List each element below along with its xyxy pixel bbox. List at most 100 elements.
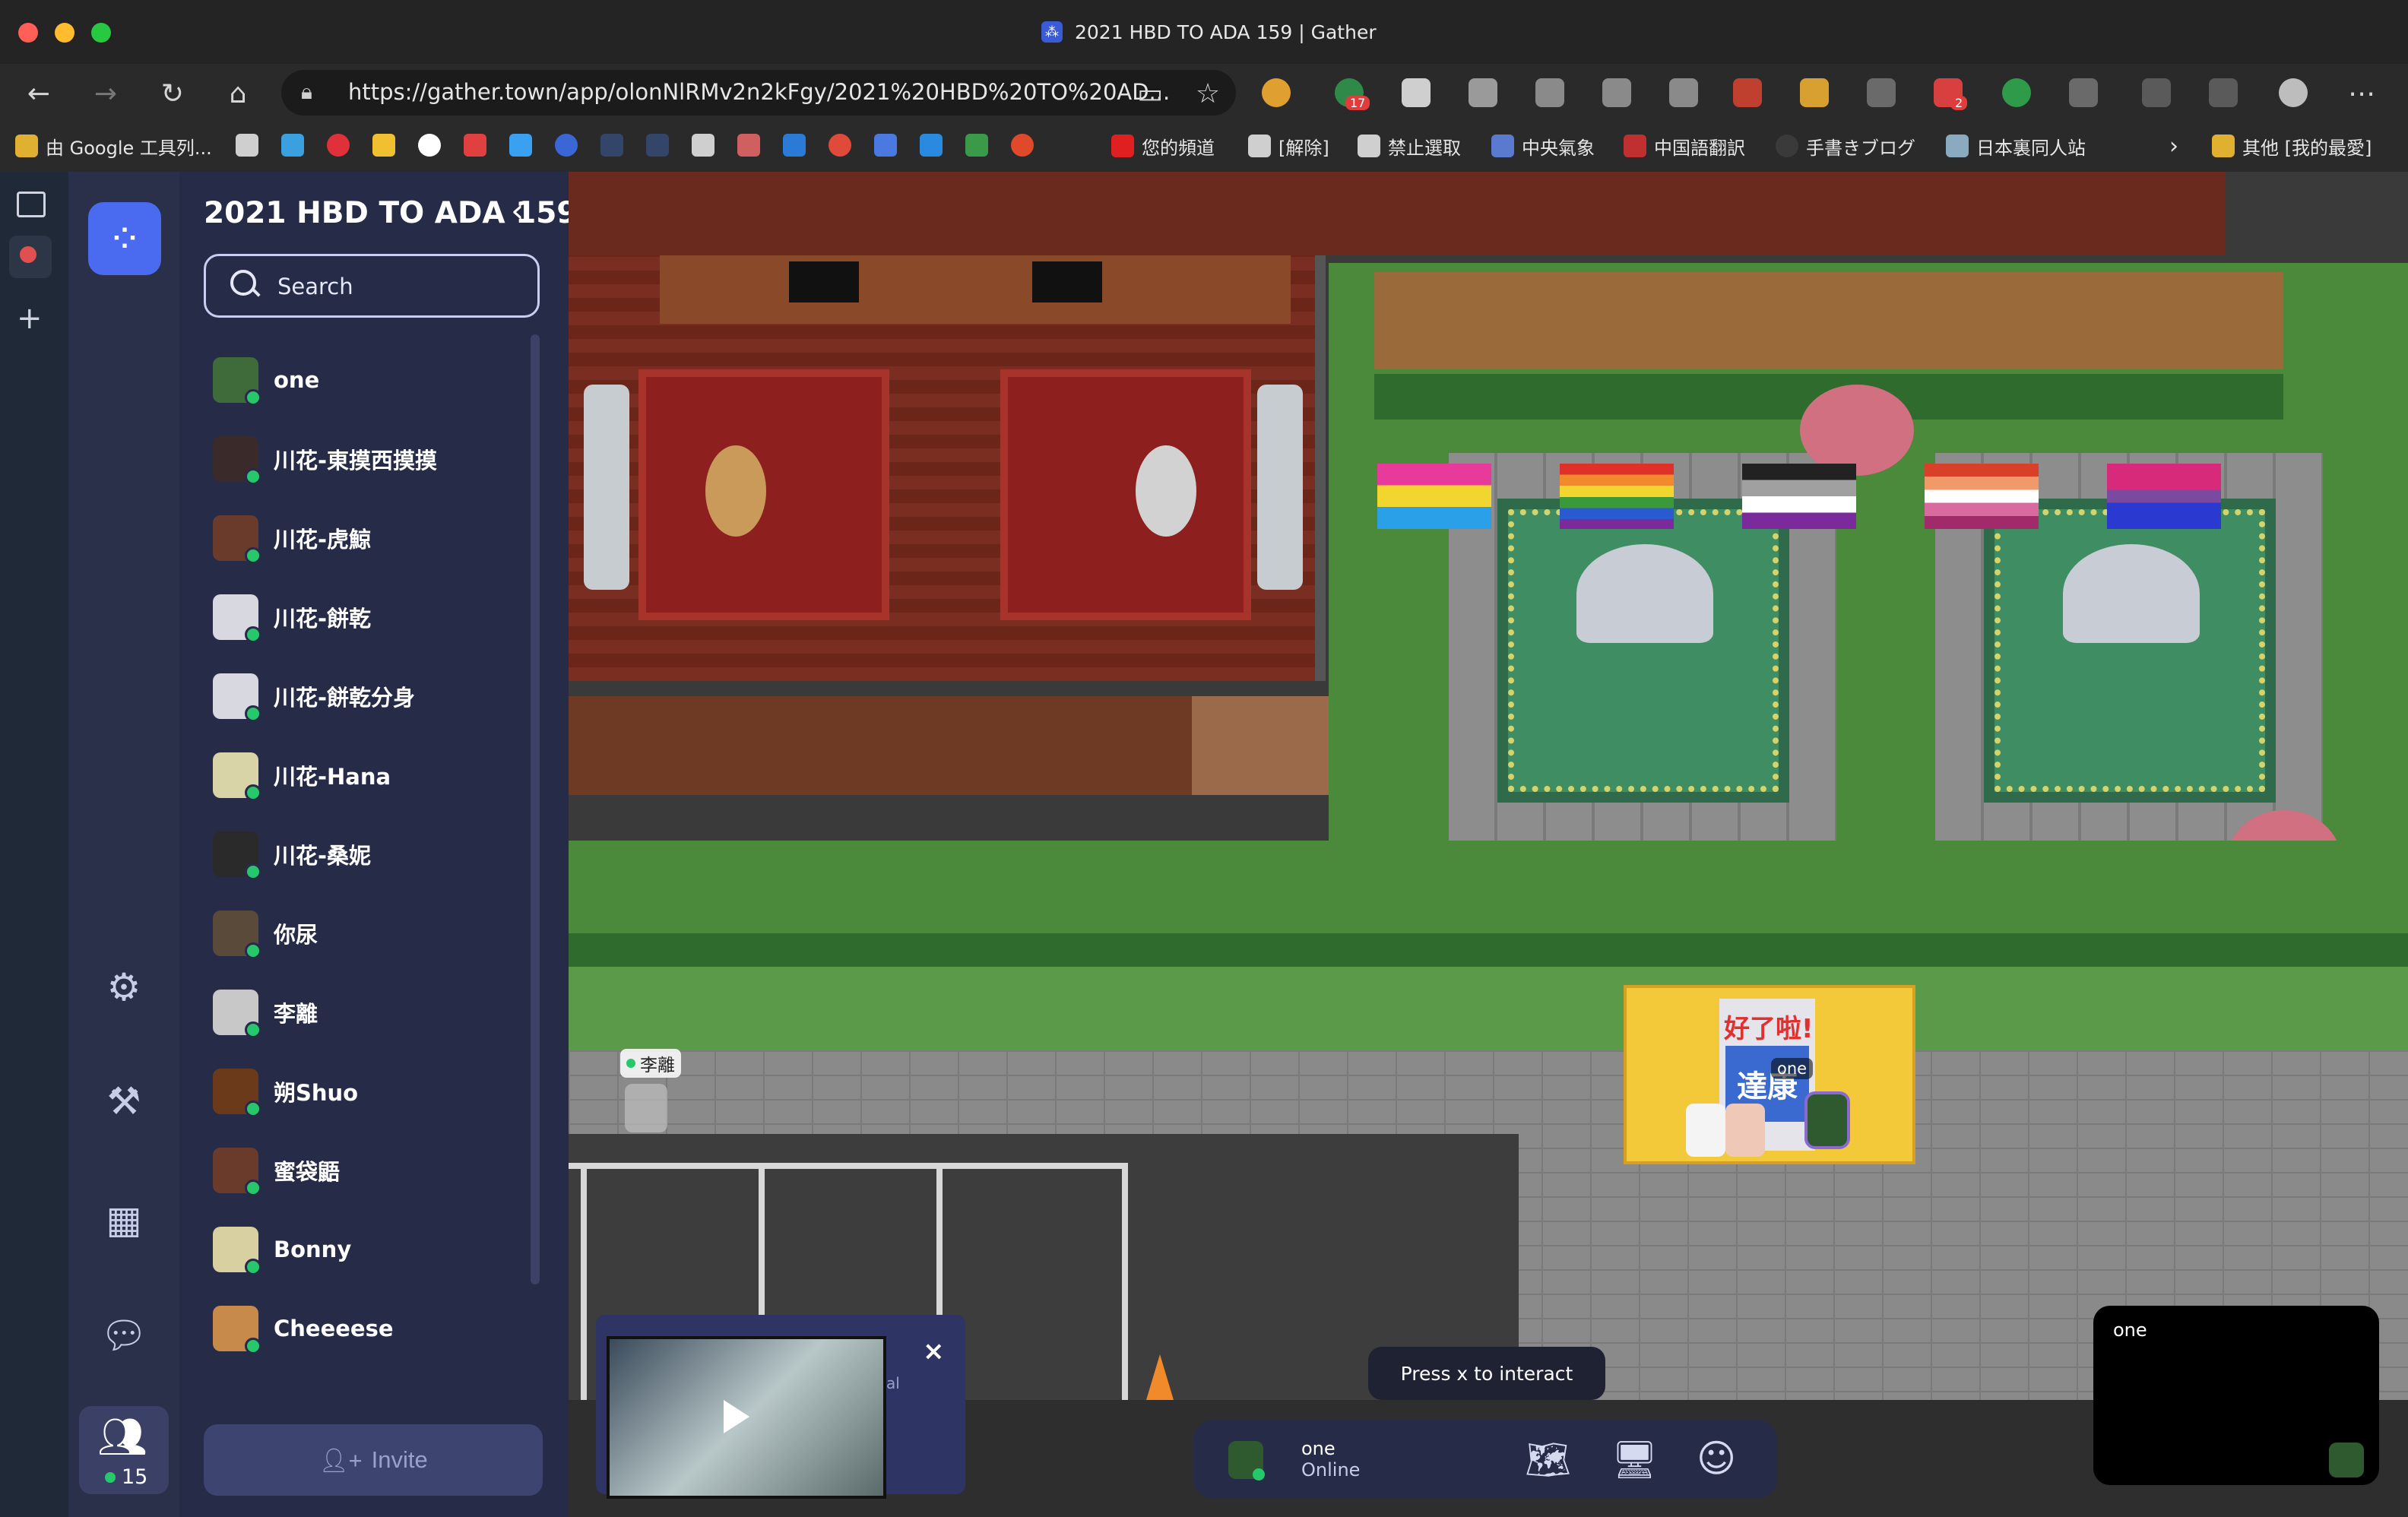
forward-arrow-icon[interactable]: → [88, 76, 123, 111]
participants-button[interactable]: 👥︎ 15 [79, 1406, 169, 1494]
back-arrow-icon[interactable]: ← [21, 76, 56, 111]
more-menu-icon[interactable]: ⋯ [2344, 76, 2379, 111]
camera-icon[interactable]: ▭ [1133, 76, 1168, 111]
bookmark-icon[interactable] [372, 134, 395, 157]
calendar-icon[interactable]: ▦ [99, 1195, 149, 1245]
avatar [213, 1227, 261, 1275]
participants-scrollbar[interactable] [531, 334, 540, 1284]
play-store-icon[interactable] [281, 134, 304, 157]
bookmark-other-favorites[interactable]: 其他 [我的最愛] [2212, 129, 2372, 163]
screenshot-icon[interactable] [1535, 78, 1564, 107]
bookmark-doujin-site[interactable]: 日本裏同人站 [1946, 129, 2086, 163]
participant-item[interactable]: 川花-桑妮 [213, 824, 517, 885]
participant-item[interactable]: 你尿 [213, 903, 517, 964]
reload-icon[interactable]: ↻ [155, 76, 190, 111]
player-avatar[interactable] [1686, 1104, 1725, 1157]
screen-share-icon[interactable]: 🖥︎ [1611, 1438, 1658, 1481]
home-icon[interactable]: ⌂ [220, 76, 255, 111]
evernote-icon[interactable] [2002, 78, 2031, 107]
google-plus-icon[interactable] [829, 134, 851, 157]
add-icon[interactable]: + [17, 301, 43, 336]
url-text[interactable]: https://gather.town/app/olonNlRMv2n2kFgy… [348, 79, 1170, 105]
participant-item[interactable]: 川花-餅乾 [213, 587, 517, 648]
browser-tab[interactable]: ⁂ 2021 HBD TO ADA 159 | Gather [1041, 18, 1377, 46]
puzzle-icon[interactable] [2069, 78, 2098, 107]
weibo-icon[interactable] [1011, 134, 1034, 157]
map-icon[interactable]: 🗺︎ [1525, 1438, 1571, 1481]
minimize-window-button[interactable] [55, 23, 74, 43]
table[interactable] [705, 445, 766, 537]
favorites-icon[interactable] [2142, 78, 2171, 107]
cake-table[interactable] [1136, 445, 1196, 537]
zoom-window-button[interactable] [91, 23, 111, 43]
record-button[interactable] [9, 236, 52, 278]
close-video-icon[interactable]: × [923, 1336, 945, 1367]
twitter-icon[interactable] [509, 134, 532, 157]
player-avatar[interactable] [625, 1084, 667, 1132]
bookmark-icon[interactable] [920, 134, 943, 157]
emoji-icon[interactable]: ☺ [1697, 1436, 1736, 1481]
bookmark-chinese-translate[interactable]: 中国語翻訳 [1624, 129, 1745, 163]
collapse-chevron-icon[interactable]: ‹ [511, 192, 524, 230]
invite-button[interactable]: 👤︎+ Invite [204, 1424, 543, 1496]
pinterest-icon[interactable] [327, 134, 350, 157]
participant-item[interactable]: 朔Shuo [213, 1061, 517, 1122]
self-video-tile[interactable]: one [2093, 1306, 2379, 1485]
bookmark-icon[interactable] [464, 134, 486, 157]
self-player-avatar[interactable] [1804, 1091, 1850, 1149]
participant-item[interactable]: 川花-虎鯨 [213, 508, 517, 568]
video-thumbnail[interactable] [607, 1336, 886, 1499]
gather-logo-icon[interactable]: ⁘ [88, 202, 161, 275]
bookmark-no-select[interactable]: 禁止選取 [1358, 129, 1461, 163]
extension-icon[interactable] [1669, 78, 1698, 107]
tumblr-icon[interactable] [646, 134, 669, 157]
tumblr-icon[interactable] [600, 134, 623, 157]
google-icon[interactable] [418, 134, 441, 157]
player-label: 李離 [620, 1049, 681, 1078]
participant-item[interactable]: 川花-餅乾分身 [213, 666, 517, 727]
bookmark-star-icon[interactable]: ☆ [1190, 76, 1225, 111]
extension-icon[interactable] [1733, 78, 1762, 107]
document-icon[interactable] [1402, 78, 1431, 107]
tabs-icon[interactable] [17, 192, 46, 217]
page-icon[interactable] [236, 134, 258, 157]
mail-badge: 2 [1950, 96, 1968, 110]
participant-item[interactable]: Bonny [213, 1219, 517, 1280]
extension-icon[interactable] [1867, 78, 1896, 107]
bookmark-youtube[interactable]: 您的頻道 [1111, 129, 1215, 163]
participant-item[interactable]: Cheeeese [213, 1298, 517, 1359]
page-icon[interactable] [692, 134, 714, 157]
birthday-billboard[interactable]: 好了啦! 達康 [1624, 985, 1915, 1164]
bookmarks-overflow-chevron-icon[interactable]: › [2169, 129, 2178, 163]
chat-icon[interactable]: 💬︎ [99, 1310, 149, 1360]
bookmark-unlock[interactable]: [解除] [1248, 129, 1329, 163]
bookmark-weather[interactable]: 中央氣象 [1491, 129, 1595, 163]
participant-item[interactable]: 川花-Hana [213, 745, 517, 806]
search-box[interactable] [204, 254, 540, 318]
profile-avatar-icon[interactable] [2279, 78, 2308, 107]
participant-item[interactable]: 蜜袋鼯 [213, 1140, 517, 1201]
participant-item[interactable]: 川花-東摸西摸摸 [213, 429, 517, 489]
close-window-button[interactable] [18, 23, 38, 43]
bookmark-handwriting-blog[interactable]: 手書きブログ [1776, 129, 1915, 163]
avatar [213, 752, 261, 801]
settings-gear-icon[interactable]: ⚙ [99, 962, 149, 1012]
extension-icon[interactable] [1262, 78, 1291, 107]
player-avatar[interactable] [1725, 1104, 1765, 1157]
build-hammer-icon[interactable]: ⚒ [99, 1076, 149, 1126]
search-input[interactable] [276, 270, 507, 303]
bookmark-icon[interactable] [737, 134, 760, 157]
bookmark-google-toolbar[interactable]: 由 Google 工具列... [15, 129, 212, 163]
trello-icon[interactable] [783, 134, 806, 157]
bookmark-icon[interactable] [965, 134, 988, 157]
participant-item[interactable]: 李離 [213, 982, 517, 1043]
facebook-icon[interactable] [555, 134, 578, 157]
sofa [584, 385, 629, 590]
collections-icon[interactable] [2209, 78, 2238, 107]
extension-icon[interactable] [1469, 78, 1497, 107]
translate-icon[interactable] [874, 134, 897, 157]
play-icon[interactable] [724, 1400, 749, 1433]
extension-icon[interactable] [1800, 78, 1829, 107]
extension-icon[interactable] [1602, 78, 1631, 107]
participant-item[interactable]: one [213, 350, 517, 410]
